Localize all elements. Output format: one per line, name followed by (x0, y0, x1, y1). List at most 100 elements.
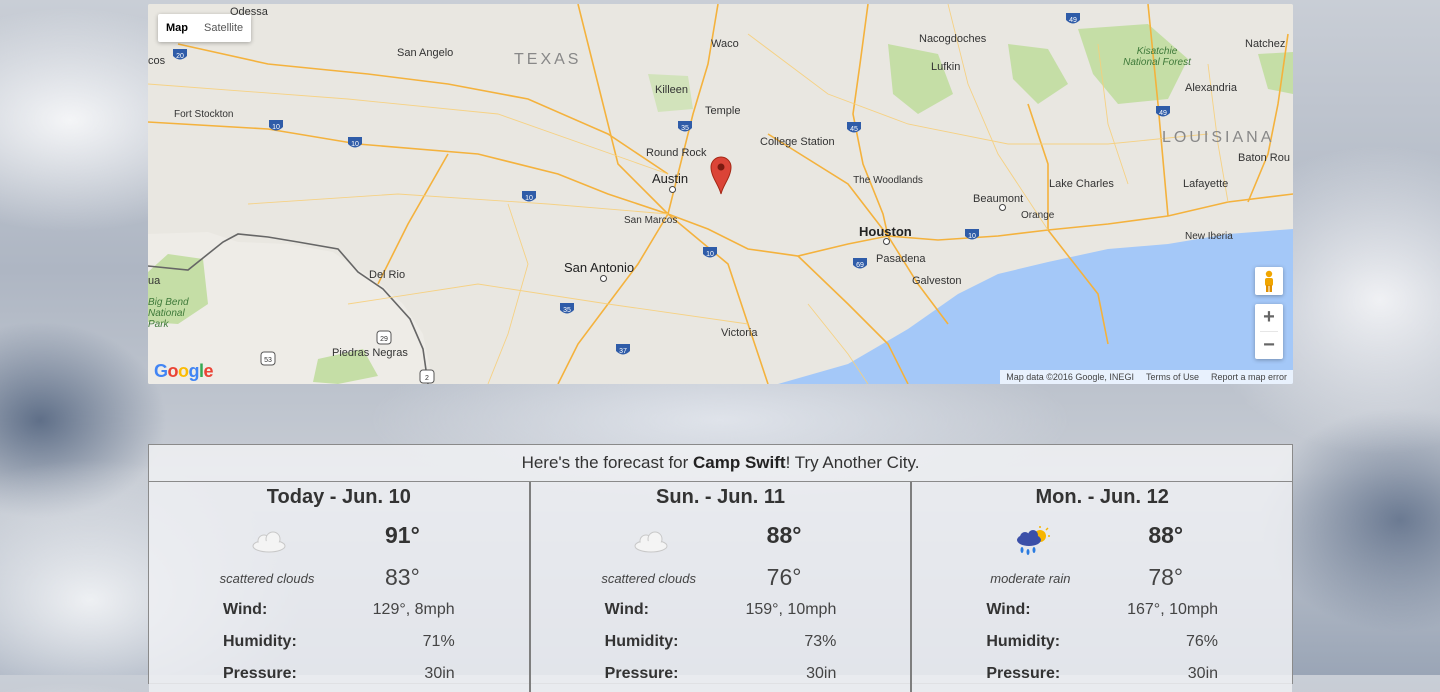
map-label-round-rock: Round Rock (646, 147, 707, 159)
interstate-shield-icon: 37 (616, 344, 630, 355)
map-label-fort-stockton: Fort Stockton (174, 109, 234, 120)
map-label-austin: Austin (652, 171, 689, 186)
svg-text:49: 49 (1159, 110, 1167, 117)
humidity-label: Humidity: (223, 633, 297, 650)
humidity-row: Humidity: 73% (605, 633, 837, 651)
report-map-error-link[interactable]: Report a map error (1211, 372, 1287, 382)
svg-text:35: 35 (681, 125, 689, 132)
svg-text:10: 10 (272, 124, 280, 131)
map-data-attribution: Map data ©2016 Google, INEGI (1006, 372, 1134, 382)
svg-text:69: 69 (856, 262, 864, 269)
high-temperature: 88° (1148, 522, 1184, 548)
wind-value: 167°, 10mph (1127, 601, 1219, 618)
map-label-lafayette: Lafayette (1183, 178, 1229, 190)
interstate-shield-icon: 10 (965, 229, 979, 240)
map-label-san-antonio: San Antonio (564, 260, 635, 275)
wind-label: Wind: (223, 601, 268, 618)
svg-text:45: 45 (850, 126, 858, 133)
interstate-shield-icon: 45 (847, 122, 861, 133)
humidity-row: Humidity: 71% (223, 633, 455, 651)
map-city-dot (883, 238, 890, 245)
interstate-shield-icon: 10 (522, 191, 536, 202)
weather-description: moderate rain (990, 571, 1071, 586)
cloud-icon (252, 531, 286, 553)
low-temperature: 78° (1148, 564, 1184, 590)
zoom-control: + − (1255, 304, 1283, 359)
map-label-alexandria: Alexandria (1185, 82, 1237, 94)
rain-sun-icon (1017, 526, 1051, 555)
high-temperature: 88° (766, 522, 802, 548)
map-pin-icon[interactable] (710, 155, 732, 195)
wind-row: Wind: 167°, 10mph (986, 601, 1218, 619)
humidity-label: Humidity: (604, 633, 679, 650)
map-label-kisatchie: Kisatchie National Forest (1123, 46, 1191, 68)
wind-row: Wind: 129°, 8mph (223, 601, 455, 619)
svg-text:53: 53 (264, 357, 272, 364)
pressure-value: 30in (806, 665, 837, 682)
map-type-control: Map Satellite (158, 14, 252, 42)
pressure-value: 30in (1187, 665, 1219, 682)
map-label-louisiana: LOUISIANA (1162, 129, 1275, 146)
pressure-label: Pressure: (986, 665, 1061, 682)
map-city-dot (600, 275, 607, 282)
interstate-shield-icon: 10 (269, 120, 283, 131)
zoom-in-button[interactable]: + (1255, 304, 1283, 331)
map-label-orange: Orange (1021, 210, 1055, 221)
forecast-day-card: Today - Jun. 10 scattered clouds 91° 83°… (149, 482, 531, 692)
forecast-day-card: Mon. - Jun. 12 moderate rain 88° 78° Win… (912, 482, 1293, 692)
humidity-row: Humidity: 76% (986, 633, 1218, 651)
weather-description: scattered clouds (601, 571, 696, 586)
humidity-label: Humidity: (986, 633, 1061, 650)
terms-of-use-link[interactable]: Terms of Use (1146, 372, 1199, 382)
day-title: Sun. - Jun. 11 (656, 486, 785, 508)
map-city-dot (669, 186, 676, 193)
map-label-killeen: Killeen (655, 84, 689, 96)
interstate-shield-icon: 49 (1066, 13, 1080, 24)
map-label-baton-rouge: Baton Rou (1238, 152, 1290, 164)
wind-value: 129°, 8mph (372, 601, 455, 618)
map-label-new-iberia: New Iberia (1185, 231, 1233, 242)
map-type-satellite-button[interactable]: Satellite (196, 14, 251, 42)
pressure-row: Pressure: 30in (986, 665, 1218, 683)
map-label-odessa: Odessa (230, 6, 268, 18)
map-label-san-marcos: San Marcos (624, 215, 678, 226)
svg-text:29: 29 (380, 336, 388, 343)
map-label-beaumont: Beaumont (973, 193, 1024, 205)
google-logo[interactable]: Google (154, 361, 214, 382)
map-footer: Map data ©2016 Google, INEGI Terms of Us… (1000, 370, 1293, 384)
high-temperature: 91° (385, 522, 420, 548)
street-view-pegman-button[interactable] (1255, 267, 1283, 295)
map-label-waco: Waco (711, 38, 739, 50)
humidity-value: 76% (1185, 633, 1219, 650)
forecast-header: Here's the forecast for Camp Swift! Try … (149, 445, 1292, 482)
try-another-city-link[interactable]: ! Try Another City. (786, 453, 920, 472)
day-title: Today - Jun. 10 (266, 486, 411, 508)
pressure-value: 30in (424, 665, 455, 682)
svg-text:20: 20 (176, 53, 184, 60)
highway-shield-icon: 53 (260, 351, 276, 366)
forecast-panel: Here's the forecast for Camp Swift! Try … (148, 444, 1293, 692)
map-label-the-woodlands: The Woodlands (853, 175, 923, 186)
forecast-days: Today - Jun. 10 scattered clouds 91° 83°… (149, 482, 1293, 692)
svg-text:10: 10 (968, 233, 976, 240)
day-title: Mon. - Jun. 12 (1035, 486, 1169, 508)
zoom-out-button[interactable]: − (1255, 332, 1283, 359)
map-type-map-button[interactable]: Map (158, 14, 196, 42)
map-label-galveston: Galveston (912, 275, 962, 287)
wind-label: Wind: (986, 601, 1031, 618)
map-label-nacogdoches: Nacogdoches (919, 33, 987, 45)
forecast-day-card: Sun. - Jun. 11 scattered clouds 88° 76° … (530, 482, 913, 692)
map-label-pasadena: Pasadena (876, 253, 926, 265)
interstate-shield-icon: 49 (1156, 106, 1170, 117)
map-label-lufkin: Lufkin (931, 61, 961, 73)
map-widget[interactable]: Map Satellite Odessa cos San Angelo TEXA… (148, 4, 1293, 384)
interstate-shield-icon: 35 (560, 303, 574, 314)
map-label-houston: Houston (859, 224, 912, 239)
interstate-shield-icon: 10 (703, 247, 717, 258)
interstate-shield-icon: 20 (173, 49, 187, 60)
svg-text:10: 10 (706, 251, 714, 258)
interstate-shield-icon: 35 (678, 121, 692, 132)
wind-row: Wind: 159°, 10mph (605, 601, 837, 619)
low-temperature: 76° (766, 564, 802, 590)
wind-label: Wind: (604, 601, 649, 618)
